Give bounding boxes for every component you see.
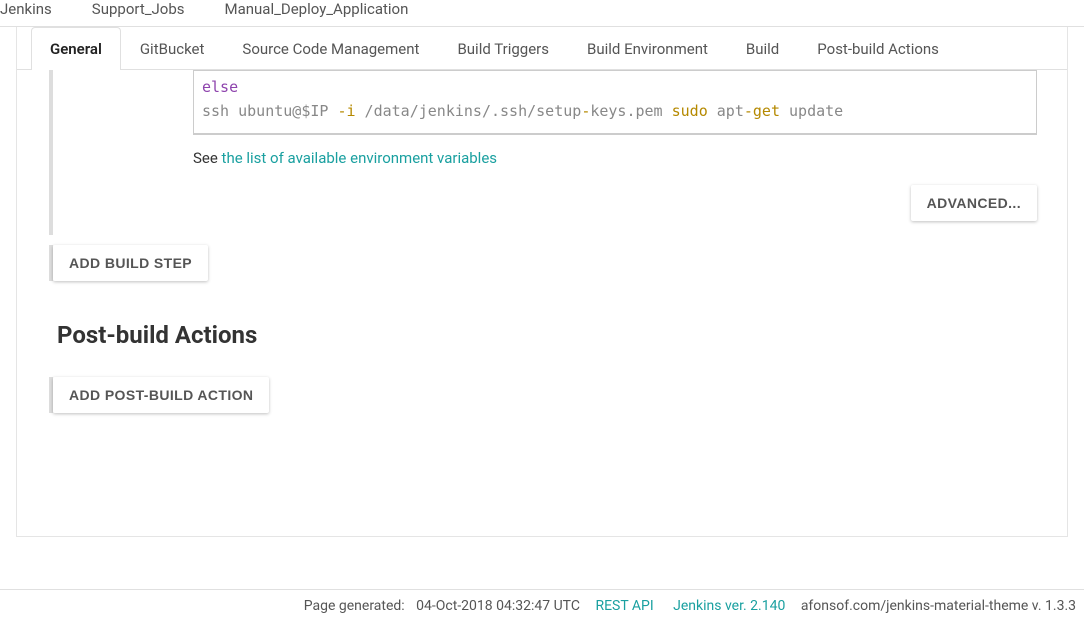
breadcrumb-item-support-jobs[interactable]: Support_Jobs xyxy=(92,0,185,18)
shell-command-textarea[interactable]: else ssh ubuntu@$IP -i /data/jenkins/.ss… xyxy=(193,70,1037,135)
code-token: sudo xyxy=(672,102,708,120)
code-token: ssh xyxy=(202,102,229,120)
breadcrumb-item-manual-deploy[interactable]: Manual_Deploy_Application xyxy=(225,0,409,18)
footer-version-link[interactable]: Jenkins ver. 2.140 xyxy=(673,598,785,614)
build-step: else ssh ubuntu@$IP -i /data/jenkins/.ss… xyxy=(49,70,1047,235)
tab-build-triggers[interactable]: Build Triggers xyxy=(438,27,568,70)
config-panel: General GitBucket Source Code Management… xyxy=(16,27,1068,537)
code-token: keys xyxy=(590,102,626,120)
code-token: apt xyxy=(708,102,744,120)
code-token: . xyxy=(626,102,635,120)
code-token: - xyxy=(744,102,753,120)
tab-post-build-actions[interactable]: Post-build Actions xyxy=(798,27,958,70)
footer-generated-time: 04-Oct-2018 04:32:47 UTC xyxy=(416,598,580,614)
code-token: ubuntu@$IP xyxy=(229,102,337,120)
tab-build-environment[interactable]: Build Environment xyxy=(568,27,727,70)
content-area: else ssh ubuntu@$IP -i /data/jenkins/.ss… xyxy=(17,70,1067,433)
code-token: update xyxy=(780,102,843,120)
footer-rest-api-link[interactable]: REST API xyxy=(595,598,653,614)
code-token: /data/jenkins/.ssh/setup xyxy=(356,102,582,120)
code-token: - xyxy=(581,102,590,120)
code-token: -i xyxy=(337,102,355,120)
code-keyword-else: else xyxy=(202,78,238,96)
advanced-button[interactable]: Advanced... xyxy=(911,185,1037,221)
footer-generated-label: Page generated: xyxy=(304,598,408,614)
tab-build[interactable]: Build xyxy=(727,27,798,70)
tab-general[interactable]: General xyxy=(31,27,121,70)
env-vars-link[interactable]: the list of available environment variab… xyxy=(222,149,497,167)
breadcrumb-item-jenkins[interactable]: Jenkins xyxy=(0,0,52,18)
code-token: get xyxy=(753,102,780,120)
add-post-build-action-button[interactable]: Add post-build action xyxy=(53,377,269,413)
tab-gitbucket[interactable]: GitBucket xyxy=(121,27,224,70)
post-build-actions-heading: Post-build Actions xyxy=(57,321,1047,349)
config-tabs: General GitBucket Source Code Management… xyxy=(17,27,1067,70)
code-token: pem xyxy=(636,102,672,120)
footer: Page generated: 04-Oct-2018 04:32:47 UTC… xyxy=(0,589,1084,622)
breadcrumb: Jenkins Support_Jobs Manual_Deploy_Appli… xyxy=(0,0,1084,27)
add-post-build-bar: Add post-build action xyxy=(49,377,269,413)
help-text: See the list of available environment va… xyxy=(193,149,1037,167)
help-prefix: See xyxy=(193,149,222,167)
footer-theme: afonsof.com/jenkins-material-theme v. 1.… xyxy=(801,598,1076,614)
add-build-step-bar: Add build step xyxy=(49,245,208,281)
add-build-step-button[interactable]: Add build step xyxy=(53,245,208,281)
tab-scm[interactable]: Source Code Management xyxy=(223,27,438,70)
